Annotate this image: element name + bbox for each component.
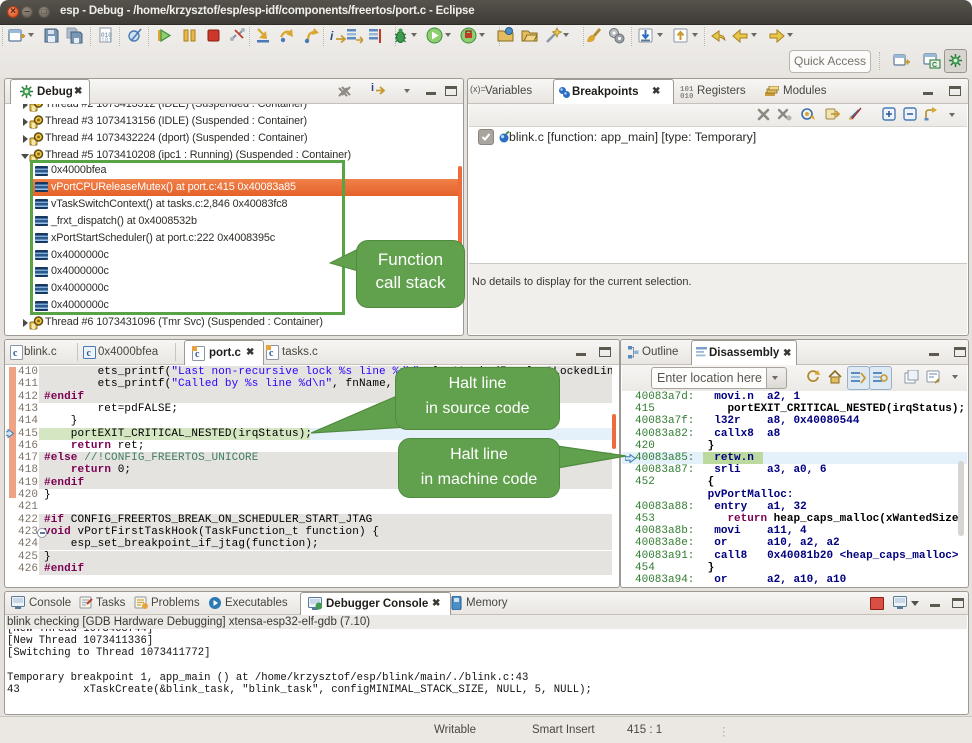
svg-text:101: 101	[101, 37, 112, 44]
svg-text:c: c	[13, 348, 18, 359]
svg-text:0101: 0101	[680, 93, 694, 98]
svg-text:C: C	[932, 62, 937, 69]
svg-text:c: c	[87, 348, 92, 359]
